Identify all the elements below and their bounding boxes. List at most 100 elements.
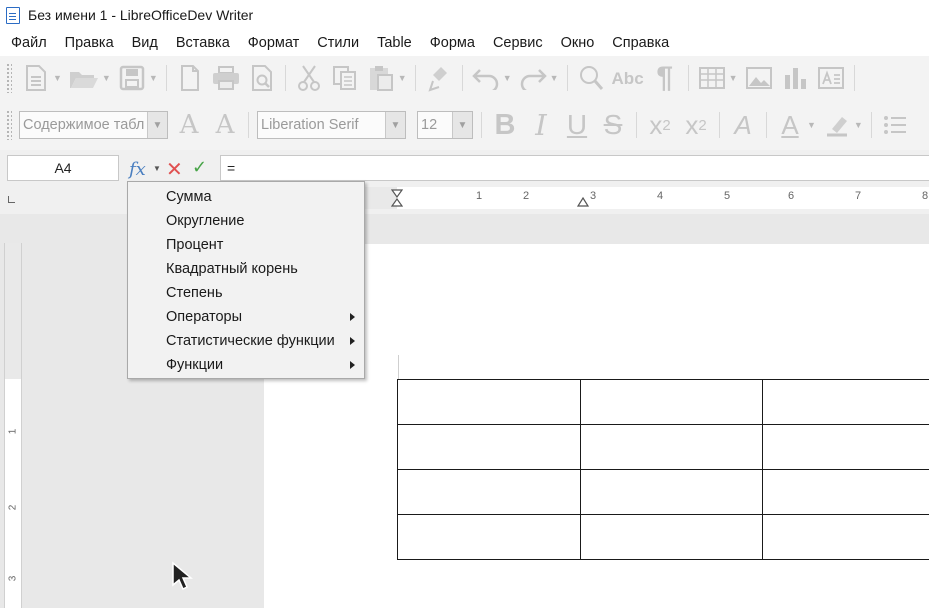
ruler-number: 3 <box>589 190 597 202</box>
paste-dropdown-icon[interactable]: ▼ <box>398 73 407 83</box>
cut-icon[interactable] <box>294 62 324 94</box>
table-cell[interactable] <box>579 469 764 515</box>
table-cell[interactable] <box>762 424 929 470</box>
undo-dropdown-icon[interactable]: ▼ <box>503 73 512 83</box>
menu-item-power[interactable]: Степень <box>128 281 364 305</box>
menu-edit[interactable]: Правка <box>56 35 123 51</box>
print-preview-icon[interactable] <box>247 62 277 94</box>
find-replace-icon[interactable] <box>576 62 606 94</box>
menu-view[interactable]: Вид <box>123 35 167 51</box>
redo-icon[interactable] <box>518 62 548 94</box>
table-cell[interactable] <box>397 379 581 425</box>
highlighting-icon[interactable] <box>822 109 852 141</box>
apply-formula-icon[interactable]: ✓ <box>192 157 207 178</box>
strikethrough-icon[interactable]: S <box>598 109 628 141</box>
font-size-combo[interactable]: 12 ▼ <box>417 111 473 139</box>
font-color-icon[interactable]: A <box>775 109 805 141</box>
table-cell[interactable] <box>397 424 581 470</box>
formula-input[interactable]: = <box>220 155 929 181</box>
formula-dropdown-icon[interactable]: ▼ <box>153 164 161 173</box>
menu-bar: Файл Правка Вид Вставка Формат Стили Tab… <box>0 30 929 56</box>
save-icon[interactable] <box>117 62 147 94</box>
bullet-list-icon[interactable] <box>880 109 910 141</box>
menu-item-round[interactable]: Округление <box>128 209 364 233</box>
font-color-dropdown-icon[interactable]: ▼ <box>807 120 816 130</box>
subscript-icon[interactable]: x2 <box>681 109 711 141</box>
table-row <box>397 424 929 470</box>
menu-table[interactable]: Table <box>368 35 421 51</box>
menu-item-square-root[interactable]: Квадратный корень <box>128 257 364 281</box>
chevron-down-icon[interactable]: ▼ <box>385 112 405 138</box>
table-cell[interactable] <box>397 469 581 515</box>
ruler-number: 6 <box>787 190 795 202</box>
paragraph-style-combo[interactable]: Содержимое табл ▼ <box>19 111 168 139</box>
formula-fx-icon[interactable]: fx <box>129 159 146 180</box>
table-cell[interactable] <box>762 469 929 515</box>
menu-styles[interactable]: Стили <box>308 35 368 51</box>
ruler-number: 3 <box>7 575 19 582</box>
print-icon[interactable] <box>211 62 241 94</box>
paste-icon[interactable] <box>366 62 396 94</box>
table-cell[interactable] <box>579 379 764 425</box>
vertical-ruler[interactable]: 1 2 3 <box>4 243 22 608</box>
toolbar-grip[interactable] <box>6 110 12 140</box>
insert-chart-icon[interactable] <box>780 62 810 94</box>
menu-item-functions[interactable]: Функции <box>128 353 364 377</box>
insert-table-icon[interactable] <box>697 62 727 94</box>
table-cell[interactable] <box>762 514 929 560</box>
ruler-number: 8 <box>921 190 929 202</box>
bold-icon[interactable]: B <box>490 109 520 141</box>
cancel-formula-icon[interactable]: ✕ <box>166 157 183 182</box>
insert-image-icon[interactable] <box>744 62 774 94</box>
clear-formatting-icon[interactable]: A <box>728 109 758 141</box>
chevron-down-icon[interactable]: ▼ <box>452 112 472 138</box>
superscript-icon[interactable]: x2 <box>645 109 675 141</box>
chevron-down-icon[interactable]: ▼ <box>147 112 167 138</box>
toolbar-grip[interactable] <box>6 63 12 93</box>
table-dropdown-icon[interactable]: ▼ <box>729 73 738 83</box>
undo-icon[interactable] <box>471 62 501 94</box>
open-folder-icon[interactable] <box>68 62 100 94</box>
copy-icon[interactable] <box>330 62 360 94</box>
new-dropdown-icon[interactable]: ▼ <box>53 73 62 83</box>
table-cell[interactable] <box>397 514 581 560</box>
new-style-icon[interactable]: A <box>210 109 240 141</box>
menu-format[interactable]: Формат <box>239 35 309 51</box>
menu-file[interactable]: Файл <box>2 35 56 51</box>
clone-formatting-icon[interactable] <box>424 62 454 94</box>
open-dropdown-icon[interactable]: ▼ <box>102 73 111 83</box>
update-style-icon[interactable]: A <box>174 109 204 141</box>
menu-item-percent[interactable]: Процент <box>128 233 364 257</box>
italic-icon[interactable]: I <box>526 109 556 141</box>
underline-icon[interactable]: U <box>562 109 592 141</box>
menu-item-sum[interactable]: Сумма <box>128 185 364 209</box>
toolbar-separator <box>636 112 637 138</box>
ruler-number: 7 <box>854 190 862 202</box>
menu-tools[interactable]: Сервис <box>484 35 552 51</box>
column-marker-icon[interactable] <box>577 189 589 207</box>
font-name-combo[interactable]: Liberation Serif ▼ <box>257 111 406 139</box>
formatting-marks-icon[interactable]: ¶ <box>650 62 680 94</box>
redo-dropdown-icon[interactable]: ▼ <box>550 73 559 83</box>
cell-reference-box[interactable]: A4 <box>7 155 119 181</box>
menu-form[interactable]: Форма <box>421 35 484 51</box>
new-document-icon[interactable] <box>21 62 51 94</box>
insert-textbox-icon[interactable] <box>816 62 846 94</box>
indent-marker-icon[interactable] <box>391 189 403 207</box>
menu-item-statistical-functions[interactable]: Статистические функции <box>128 329 364 353</box>
table-cell[interactable] <box>762 379 929 425</box>
menu-item-label: Сумма <box>166 189 212 205</box>
menu-window[interactable]: Окно <box>552 35 604 51</box>
ruler-number: 2 <box>522 190 530 202</box>
highlighting-dropdown-icon[interactable]: ▼ <box>854 120 863 130</box>
export-pdf-icon[interactable] <box>175 62 205 94</box>
menu-insert[interactable]: Вставка <box>167 35 239 51</box>
mouse-pointer-icon <box>172 561 193 591</box>
menu-item-operators[interactable]: Операторы <box>128 305 364 329</box>
table-cell[interactable] <box>579 424 764 470</box>
spelling-icon[interactable]: Abc <box>612 62 644 94</box>
table-cell[interactable] <box>579 514 764 560</box>
menu-help[interactable]: Справка <box>603 35 678 51</box>
save-dropdown-icon[interactable]: ▼ <box>149 73 158 83</box>
tab-stop-selector-icon[interactable] <box>8 196 15 203</box>
